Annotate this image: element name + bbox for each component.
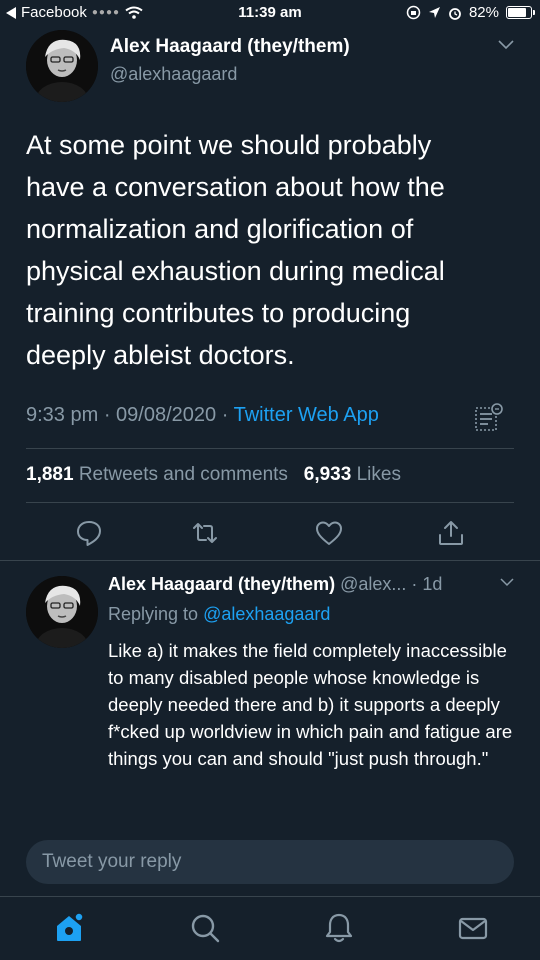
avatar-photo <box>26 30 98 102</box>
reply-header: Alex Haagaard (they/them) @alex... · 1d <box>108 574 443 594</box>
share-icon[interactable] <box>436 518 466 548</box>
battery-icon <box>506 6 535 19</box>
rotation-lock-icon <box>406 5 421 20</box>
chevron-down-icon[interactable] <box>500 578 514 587</box>
search-icon[interactable] <box>188 911 222 945</box>
reply-text: Like a) it makes the field completely in… <box>108 640 513 769</box>
tweet-actions <box>0 518 540 558</box>
tweet-date: 09/08/2020 <box>116 404 217 426</box>
section-divider <box>0 560 540 561</box>
tab-bar <box>0 896 540 960</box>
likes-count: 6,933 <box>303 464 352 485</box>
retweets-label: Retweets and comments <box>78 464 288 485</box>
alarm-icon <box>449 7 461 20</box>
status-bar: Facebook ●●●● 11:39 am 82% <box>0 0 540 28</box>
compose-area: Tweet your reply <box>0 828 540 888</box>
likes-stat[interactable]: 6,933 Likes <box>304 464 401 485</box>
replying-to: Replying to @alexhaagaard <box>108 604 330 625</box>
author-avatar[interactable] <box>26 30 98 102</box>
analytics-icon[interactable] <box>474 402 504 434</box>
author-name[interactable]: Alex Haagaard (they/them) <box>110 36 350 58</box>
chevron-down-icon[interactable] <box>498 40 514 50</box>
likes-label: Likes <box>356 464 401 485</box>
replying-mention[interactable]: @alexhaagaard <box>203 604 330 624</box>
retweets-count: 1,881 <box>26 464 74 485</box>
replying-label: Replying to <box>108 604 199 624</box>
tweet-time: 9:33 pm <box>26 404 99 426</box>
notifications-icon[interactable] <box>322 911 356 945</box>
messages-icon[interactable] <box>456 911 490 945</box>
tweet-source-link[interactable]: Twitter Web App <box>234 404 379 426</box>
retweets-stat[interactable]: 1,881 Retweets and comments <box>26 464 288 485</box>
reply-author-handle[interactable]: @alex... <box>340 574 406 594</box>
home-icon[interactable] <box>52 911 86 945</box>
reply-author-name[interactable]: Alex Haagaard (they/them) <box>108 574 335 594</box>
like-icon[interactable] <box>314 518 344 548</box>
divider <box>26 502 514 503</box>
reply-input[interactable]: Tweet your reply <box>26 840 514 884</box>
reply-author-avatar[interactable] <box>26 576 98 648</box>
author-handle[interactable]: @alexhaagaard <box>110 64 350 85</box>
avatar-photo <box>26 576 98 648</box>
tweet-stats: 1,881 Retweets and comments 6,933 Likes <box>26 464 401 486</box>
retweet-icon[interactable] <box>190 518 220 548</box>
location-icon <box>428 7 440 18</box>
tweet-text: At some point we should probably have a … <box>26 130 445 370</box>
tweet-meta: 9:33 pm · 09/08/2020 · Twitter Web App <box>26 404 379 426</box>
reply-age: 1d <box>422 574 443 594</box>
battery-percent: 82% <box>468 4 499 21</box>
reply-icon[interactable] <box>74 518 104 548</box>
divider <box>26 448 514 449</box>
